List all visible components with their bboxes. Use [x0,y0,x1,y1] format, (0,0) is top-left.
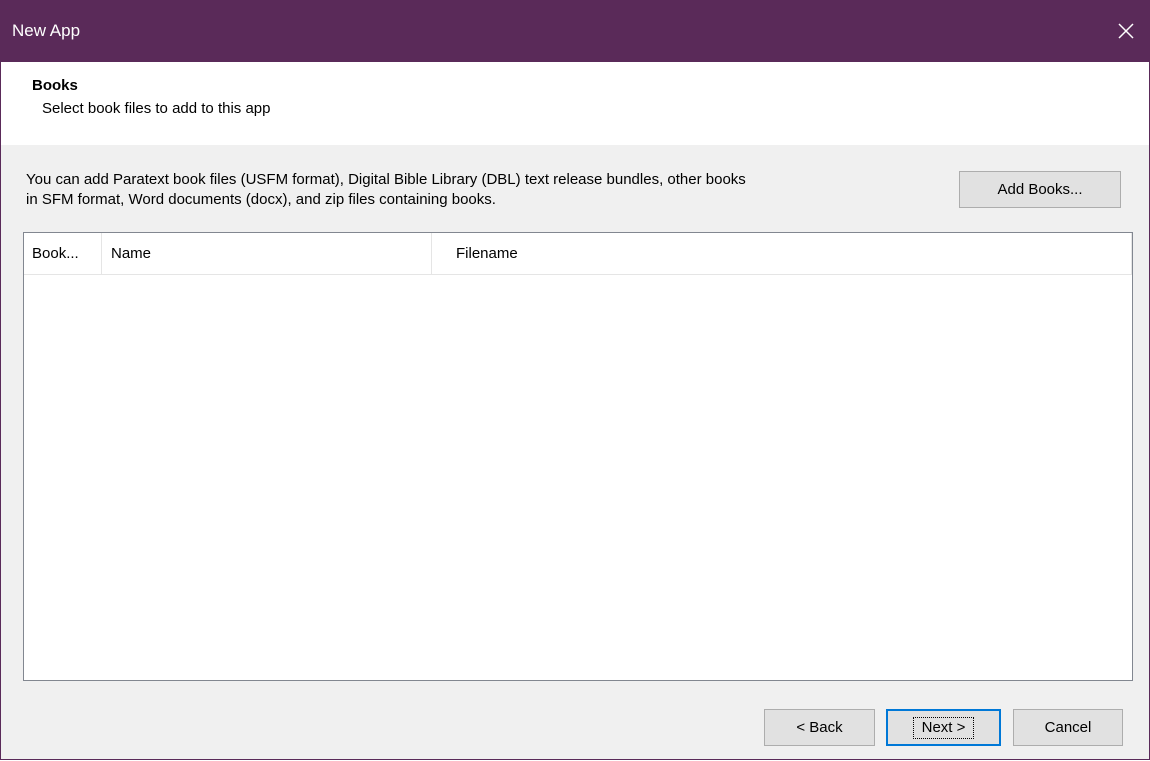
new-app-dialog: New App Books Select book files to add t… [0,0,1150,760]
instructions-line-2: in SFM format, Word documents (docx), an… [26,191,496,208]
add-books-button[interactable]: Add Books... [959,171,1121,208]
column-header-book[interactable]: Book... [24,233,102,274]
back-button[interactable]: < Back [764,709,875,746]
next-button-label: Next > [912,716,975,739]
column-header-filename[interactable]: Filename [432,233,1132,274]
instructions-text: You can add Paratext book files (USFM fo… [26,170,946,210]
page-title: Books [32,77,78,94]
cancel-button[interactable]: Cancel [1013,709,1123,746]
next-button[interactable]: Next > [886,709,1001,746]
list-body[interactable] [24,275,1132,680]
wizard-header: Books Select book files to add to this a… [1,62,1149,145]
list-header: Book... Name Filename [24,233,1132,275]
title-bar[interactable]: New App [1,0,1149,62]
column-header-name[interactable]: Name [102,233,432,274]
page-subtitle: Select book files to add to this app [42,100,271,117]
window-title: New App [12,21,81,40]
books-list[interactable]: Book... Name Filename [23,232,1133,681]
close-icon [1118,23,1134,39]
close-button[interactable] [1103,8,1149,54]
instructions-line-1: You can add Paratext book files (USFM fo… [26,171,746,188]
